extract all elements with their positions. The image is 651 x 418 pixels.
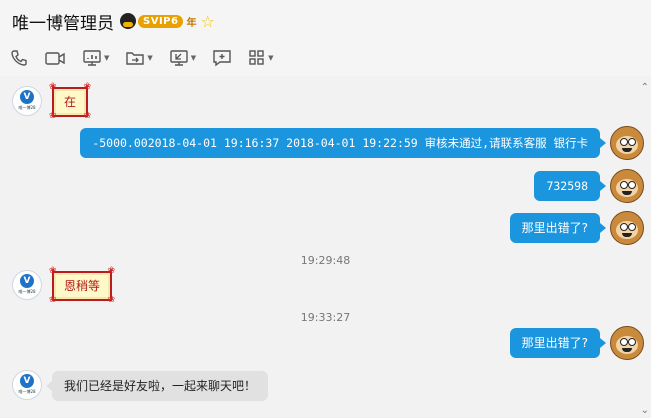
- phone-icon: [11, 50, 27, 66]
- ornament-icon: ❀: [49, 295, 57, 305]
- add-message-icon: [213, 50, 231, 67]
- message-text: -5000.002018-04-01 19:16:37 2018-04-01 1…: [92, 136, 588, 150]
- monkey-eye-icon: [620, 338, 628, 346]
- my-avatar[interactable]: [610, 326, 644, 360]
- contact-avatar[interactable]: V 唯一博28: [12, 86, 42, 116]
- ornament-icon: ❀: [107, 295, 116, 305]
- sent-message[interactable]: -5000.002018-04-01 19:16:37 2018-04-01 1…: [80, 128, 606, 158]
- ornament-icon: ❀: [83, 82, 92, 92]
- monkey-eye-icon: [628, 338, 636, 346]
- video-call-button[interactable]: [44, 49, 66, 67]
- received-message[interactable]: ❀ ❀ ❀ ❀ 恩稍等: [49, 267, 115, 305]
- chevron-down-icon[interactable]: ▼: [268, 54, 273, 62]
- title-row: 唯一博管理员 SVIP6 年 ☆: [12, 8, 215, 34]
- chat-toolbar: ▼ ▼ ▼ ▼: [10, 46, 290, 70]
- my-avatar[interactable]: [610, 211, 644, 245]
- message-text: 732598: [546, 179, 588, 193]
- monkey-eye-icon: [628, 223, 636, 231]
- star-icon[interactable]: ☆: [200, 12, 214, 31]
- monkey-eye-icon: [628, 181, 636, 189]
- ornament-icon: ❀: [49, 82, 57, 92]
- ornament-icon: ❀: [83, 111, 92, 121]
- scroll-up-icon[interactable]: ⌃: [641, 82, 649, 93]
- ornament-icon: ❀: [49, 266, 57, 276]
- contact-logo-icon: V: [20, 274, 34, 288]
- chevron-down-icon[interactable]: ▼: [147, 54, 152, 62]
- file-transfer-button[interactable]: ▼: [125, 49, 153, 67]
- year-badge: 年: [186, 17, 197, 29]
- apps-button[interactable]: ▼: [248, 49, 274, 67]
- my-avatar[interactable]: [610, 169, 644, 203]
- remote-assist-button[interactable]: ▼: [169, 49, 196, 67]
- message-text: 在: [64, 95, 77, 109]
- my-avatar[interactable]: [610, 126, 644, 160]
- contact-name[interactable]: 唯一博管理员: [12, 9, 114, 34]
- timestamp: 19:33:27: [300, 311, 351, 324]
- monkey-eye-icon: [620, 181, 628, 189]
- contact-avatar-caption: 唯一博28: [18, 105, 36, 110]
- contact-avatar[interactable]: V 唯一博28: [12, 270, 42, 300]
- add-message-button[interactable]: [212, 49, 232, 67]
- file-transfer-icon: [126, 52, 145, 65]
- message-text: 恩稍等: [64, 279, 101, 293]
- chevron-down-icon[interactable]: ▼: [104, 54, 109, 62]
- monkey-eye-icon: [620, 138, 628, 146]
- chevron-down-icon[interactable]: ▼: [191, 54, 196, 62]
- ornament-icon: ❀: [49, 111, 57, 121]
- sent-message[interactable]: 732598: [534, 171, 606, 201]
- screen-share-icon: [83, 50, 101, 66]
- contact-logo-icon: V: [20, 90, 34, 104]
- received-message[interactable]: 我们已经是好友啦，一起来聊天吧！: [45, 371, 269, 401]
- sent-message[interactable]: 那里出错了?: [509, 213, 607, 243]
- message-text: 我们已经是好友啦，一起来聊天吧！: [64, 379, 257, 393]
- monkey-eye-icon: [620, 223, 628, 231]
- contact-avatar-caption: 唯一博28: [18, 389, 36, 394]
- monkey-eye-icon: [628, 138, 636, 146]
- ornament-icon: ❀: [107, 266, 116, 276]
- scroll-down-icon[interactable]: ⌄: [641, 405, 649, 416]
- screen-share-button[interactable]: ▼: [82, 49, 109, 67]
- sent-message[interactable]: 那里出错了?: [509, 328, 607, 358]
- message-text: 那里出错了?: [521, 221, 588, 235]
- vip-badge[interactable]: SVIP6: [138, 14, 184, 28]
- contact-logo-icon: V: [20, 374, 34, 388]
- remote-assist-icon: [170, 50, 188, 66]
- apps-grid-icon: [249, 50, 264, 65]
- contact-avatar[interactable]: V 唯一博28: [12, 370, 42, 400]
- qq-penguin-icon: [120, 13, 136, 29]
- received-message[interactable]: ❀ ❀ ❀ ❀ 在: [49, 83, 91, 121]
- timestamp: 19:29:48: [300, 254, 351, 267]
- message-text: 那里出错了?: [521, 336, 588, 350]
- voice-call-button[interactable]: [10, 49, 28, 67]
- contact-avatar-caption: 唯一博28: [18, 289, 36, 294]
- video-call-icon: [45, 52, 65, 65]
- chat-header: 唯一博管理员 SVIP6 年 ☆ ▼ ▼ ▼ ▼: [0, 0, 651, 76]
